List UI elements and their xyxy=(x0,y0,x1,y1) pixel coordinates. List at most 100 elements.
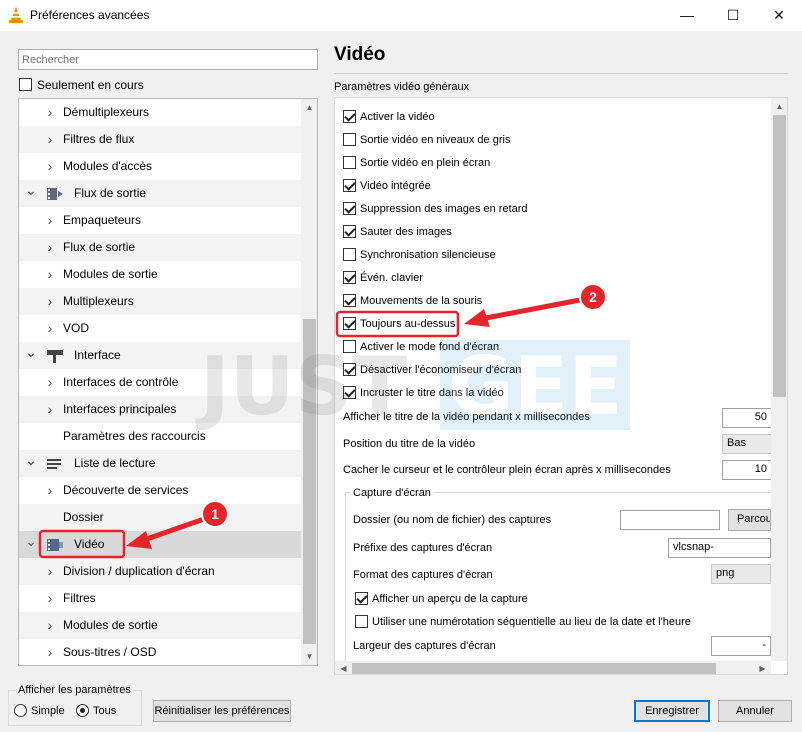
collapse-chevron-icon[interactable]: › xyxy=(44,477,56,504)
expand-chevron-icon[interactable]: ⌄ xyxy=(25,177,37,204)
search-input[interactable] xyxy=(18,49,318,70)
capture-sequential-option[interactable]: Utiliser une numérotation séquentielle a… xyxy=(355,615,691,628)
title-position-select[interactable]: Bas xyxy=(722,434,772,454)
collapse-chevron-icon[interactable]: › xyxy=(44,369,56,396)
option-checkbox[interactable] xyxy=(343,271,356,284)
collapse-chevron-icon[interactable]: › xyxy=(44,126,56,153)
option-checkbox[interactable] xyxy=(343,133,356,146)
collapse-chevron-icon[interactable]: › xyxy=(44,234,56,261)
collapse-chevron-icon[interactable]: › xyxy=(44,585,56,612)
option-mouvements-de-la-souris[interactable]: Mouvements de la souris xyxy=(343,294,482,307)
capture-format-select[interactable]: png xyxy=(711,564,771,584)
tree-item-parametres-des-raccourcis[interactable]: Paramètres des raccourcis xyxy=(19,423,301,450)
tree-item-filtres[interactable]: › Filtres xyxy=(19,585,301,612)
option-synchronisation-silencieuse[interactable]: Synchronisation silencieuse xyxy=(343,248,496,261)
option-even-clavier[interactable]: Évén. clavier xyxy=(343,271,423,284)
capture-folder-field[interactable] xyxy=(620,510,720,530)
hide-cursor-field[interactable]: 10 xyxy=(722,460,772,480)
collapse-chevron-icon[interactable]: › xyxy=(44,261,56,288)
option-incruster-le-titre-dans-la-video[interactable]: Incruster le titre dans la vidéo xyxy=(343,386,504,399)
maximize-button[interactable]: ☐ xyxy=(710,0,756,31)
browse-button[interactable]: Parcour xyxy=(728,509,771,531)
option-activer-le-mode-fond-d-ecran[interactable]: Activer le mode fond d'écran xyxy=(343,340,499,353)
option-checkbox[interactable] xyxy=(343,386,356,399)
tree-item-flux-de-sortie[interactable]: ⌄ Flux de sortie xyxy=(19,180,301,207)
tree-scroll-up-icon[interactable]: ▲ xyxy=(301,99,317,116)
tree-item-modules-de-sortie[interactable]: › Modules de sortie xyxy=(19,261,301,288)
category-tree[interactable]: › Sous-titres / OSD › Modules de sortie › Fil… xyxy=(18,98,318,666)
option-checkbox[interactable] xyxy=(343,317,356,330)
settings-horizontal-scrollbar[interactable]: ◀ ▶ xyxy=(335,660,771,674)
option-checkbox[interactable] xyxy=(343,363,356,376)
tree-item-empaqueteurs[interactable]: › Empaqueteurs xyxy=(19,207,301,234)
tree-item-interface[interactable]: ⌄ Interface xyxy=(19,342,301,369)
settings-hscroll-thumb[interactable] xyxy=(352,663,716,674)
collapse-chevron-icon[interactable]: › xyxy=(44,207,56,234)
only-current-toggle[interactable]: Seulement en cours xyxy=(19,77,144,92)
option-activer-la-video[interactable]: Activer la vidéo xyxy=(343,110,435,123)
option-suppression-des-images-en-retard[interactable]: Suppression des images en retard xyxy=(343,202,528,215)
capture-sequential-checkbox[interactable] xyxy=(355,615,368,628)
tree-item-vod[interactable]: › VOD xyxy=(19,315,301,342)
all-radio[interactable] xyxy=(76,704,89,717)
settings-scroll-thumb[interactable] xyxy=(773,115,786,397)
reset-preferences-button[interactable]: Réinitialiser les préférences xyxy=(153,700,291,722)
collapse-chevron-icon[interactable]: › xyxy=(44,396,56,423)
tree-scrollbar[interactable]: ▲ ▼ xyxy=(301,99,317,665)
tree-item-multiplexeurs[interactable]: › Multiplexeurs xyxy=(19,288,301,315)
tree-item-dossier[interactable]: Dossier xyxy=(19,504,301,531)
tree-item-liste-de-lecture[interactable]: ⌄ Liste de lecture xyxy=(19,450,301,477)
save-button[interactable]: Enregistrer xyxy=(634,700,710,722)
option-checkbox[interactable] xyxy=(343,179,356,192)
option-video-integree[interactable]: Vidéo intégrée xyxy=(343,179,431,192)
title-duration-field[interactable]: 50 xyxy=(722,408,772,428)
option-checkbox[interactable] xyxy=(343,225,356,238)
tree-item-flux-de-sortie[interactable]: › Flux de sortie xyxy=(19,234,301,261)
option-desactiver-l-economiseur-d-ecran[interactable]: Désactiver l'économiseur d'écran xyxy=(343,363,521,376)
option-sortie-video-en-plein-ecran[interactable]: Sortie vidéo en plein écran xyxy=(343,156,490,169)
only-current-checkbox[interactable] xyxy=(19,78,32,92)
tree-item-video[interactable]: ⌄ Vidéo xyxy=(19,531,301,558)
capture-width-field[interactable]: - xyxy=(711,636,771,656)
expand-chevron-icon[interactable]: ⌄ xyxy=(25,447,37,474)
minimize-button[interactable]: — xyxy=(664,0,710,31)
option-checkbox[interactable] xyxy=(343,294,356,307)
tree-item-sous-titres-osd[interactable]: › Sous-titres / OSD xyxy=(19,639,301,665)
simple-radio-option[interactable]: Simple xyxy=(14,704,65,717)
simple-radio[interactable] xyxy=(14,704,27,717)
option-sortie-video-en-niveaux-de-gris[interactable]: Sortie vidéo en niveaux de gris xyxy=(343,133,510,146)
cancel-button[interactable]: Annuler xyxy=(718,700,792,722)
collapse-chevron-icon[interactable]: › xyxy=(44,558,56,585)
close-button[interactable]: ✕ xyxy=(756,0,802,31)
capture-preview-option[interactable]: Afficher un aperçu de la capture xyxy=(355,592,528,605)
settings-scroll-right-icon[interactable]: ▶ xyxy=(754,660,771,674)
all-radio-option[interactable]: Tous xyxy=(76,704,116,717)
option-sauter-des-images[interactable]: Sauter des images xyxy=(343,225,452,238)
tree-item-filtres-de-flux[interactable]: › Filtres de flux xyxy=(19,126,301,153)
option-checkbox[interactable] xyxy=(343,340,356,353)
option-checkbox[interactable] xyxy=(343,156,356,169)
tree-item-division-duplication-d-ecran[interactable]: › Division / duplication d'écran xyxy=(19,558,301,585)
tree-item-demultiplexeurs[interactable]: › Démultiplexeurs xyxy=(19,99,301,126)
collapse-chevron-icon[interactable]: › xyxy=(44,639,56,665)
option-checkbox[interactable] xyxy=(343,202,356,215)
collapse-chevron-icon[interactable]: › xyxy=(44,153,56,180)
tree-item-modules-d-acces[interactable]: › Modules d'accès xyxy=(19,153,301,180)
option-checkbox[interactable] xyxy=(343,248,356,261)
expand-chevron-icon[interactable]: ⌄ xyxy=(25,528,37,555)
capture-preview-checkbox[interactable] xyxy=(355,592,368,605)
tree-item-modules-de-sortie[interactable]: › Modules de sortie xyxy=(19,612,301,639)
settings-vertical-scrollbar[interactable]: ▲ xyxy=(771,98,787,661)
tree-item-decouverte-de-services[interactable]: › Découverte de services xyxy=(19,477,301,504)
option-toujours-au-dessus[interactable]: Toujours au-dessus xyxy=(343,317,455,330)
capture-prefix-field[interactable]: vlcsnap- xyxy=(668,538,771,558)
settings-scroll-left-icon[interactable]: ◀ xyxy=(335,660,352,674)
tree-item-interfaces-de-controle[interactable]: › Interfaces de contrôle xyxy=(19,369,301,396)
collapse-chevron-icon[interactable]: › xyxy=(44,612,56,639)
collapse-chevron-icon[interactable]: › xyxy=(44,315,56,342)
collapse-chevron-icon[interactable]: › xyxy=(44,99,56,126)
expand-chevron-icon[interactable]: ⌄ xyxy=(25,339,37,366)
tree-scroll-down-icon[interactable]: ▼ xyxy=(301,648,317,665)
tree-scroll-thumb[interactable] xyxy=(303,319,316,644)
option-checkbox[interactable] xyxy=(343,110,356,123)
